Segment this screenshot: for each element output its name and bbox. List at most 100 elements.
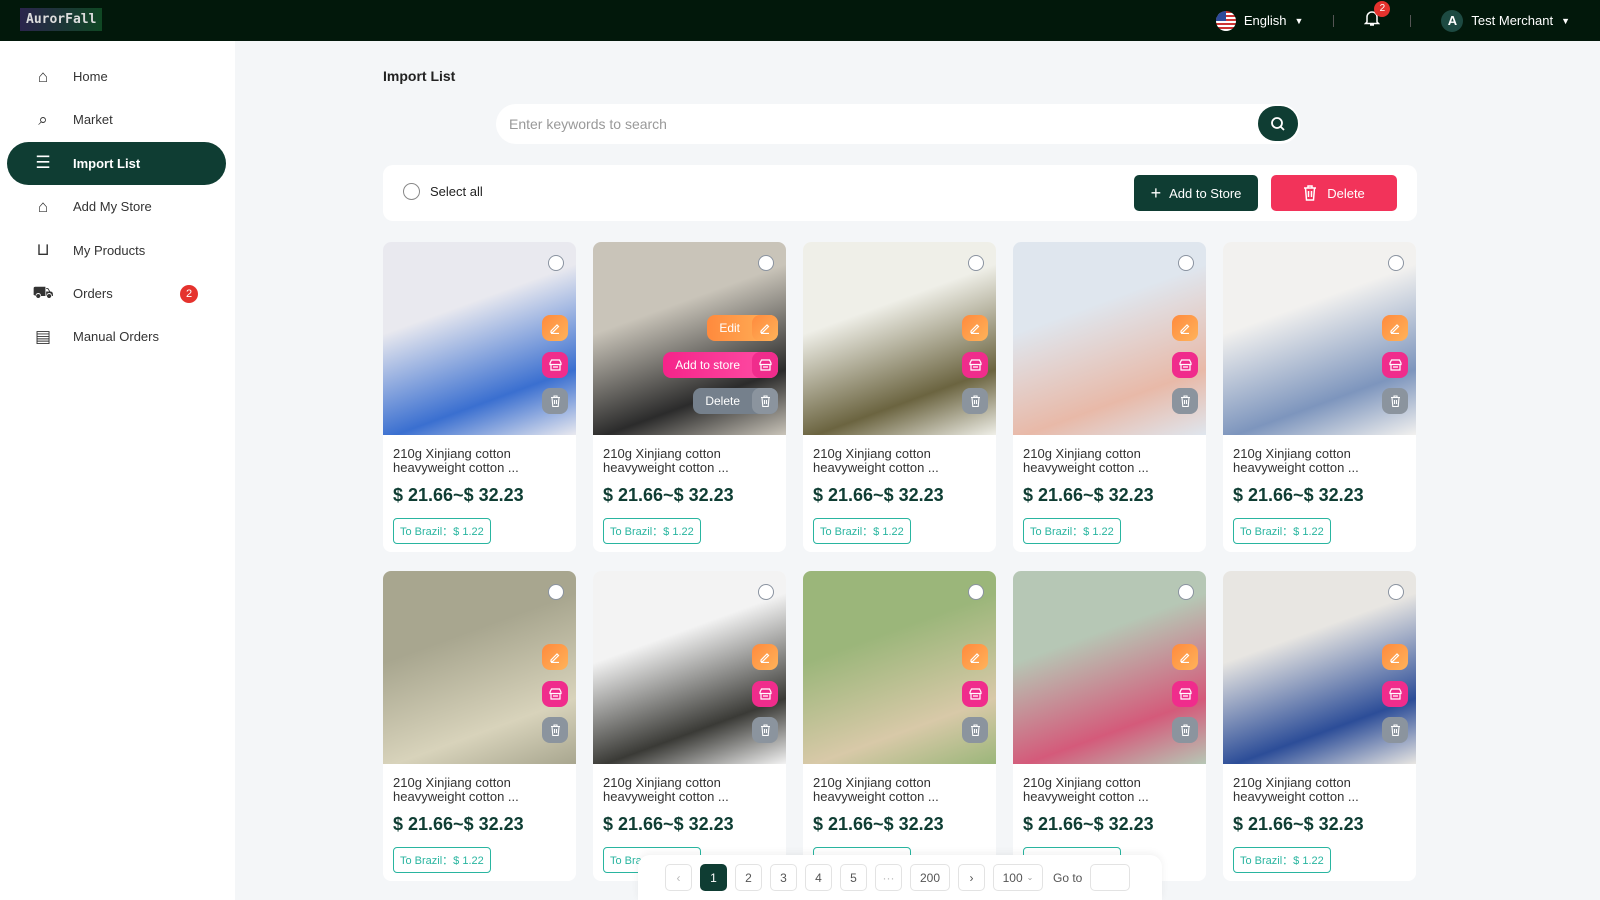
product-checkbox[interactable] (968, 255, 984, 271)
edit-button[interactable] (1172, 315, 1198, 341)
notifications-button[interactable]: 2 (1364, 1, 1391, 32)
product-name[interactable]: 210g Xinjiang cotton heavyweight cotton … (383, 435, 576, 477)
add-to-store-card-button[interactable] (1172, 681, 1198, 707)
language-selector[interactable]: English ▼ (1215, 10, 1303, 31)
product-image[interactable] (383, 242, 576, 435)
delete-card-button[interactable] (542, 717, 568, 743)
divider (1333, 14, 1335, 27)
product-checkbox[interactable] (1178, 255, 1194, 271)
product-card[interactable]: 210g Xinjiang cotton heavyweight cotton … (593, 571, 786, 881)
sidebar-item-market[interactable]: ⌕ Market (7, 98, 226, 141)
add-to-store-card-button[interactable] (1172, 352, 1198, 378)
product-checkbox[interactable] (1388, 584, 1404, 600)
product-card[interactable]: 210g Xinjiang cotton heavyweight cotton … (383, 571, 576, 881)
page-4-button[interactable]: 4 (805, 864, 832, 891)
ellipsis-button[interactable]: ··· (875, 864, 902, 891)
page-size-select[interactable]: 100 ⌄ (993, 864, 1043, 891)
product-image[interactable] (1223, 571, 1416, 764)
add-to-store-button[interactable]: + Add to Store (1134, 175, 1258, 211)
edit-button[interactable] (752, 644, 778, 670)
page-3-button[interactable]: 3 (770, 864, 797, 891)
prev-page-button[interactable]: ‹ (665, 864, 692, 891)
sidebar-item-my-products[interactable]: ⊔ My Products (7, 229, 226, 272)
edit-button[interactable] (962, 315, 988, 341)
product-image[interactable] (803, 242, 996, 435)
goto-page-input[interactable] (1090, 864, 1131, 891)
delete-card-button[interactable] (542, 388, 568, 414)
product-checkbox[interactable] (968, 584, 984, 600)
product-name[interactable]: 210g Xinjiang cotton heavyweight cotton … (593, 764, 786, 806)
product-checkbox[interactable] (1178, 584, 1194, 600)
product-image[interactable] (1013, 571, 1206, 764)
product-name[interactable]: 210g Xinjiang cotton heavyweight cotton … (1223, 435, 1416, 477)
product-card[interactable]: 210g Xinjiang cotton heavyweight cotton … (1013, 571, 1206, 881)
add-to-store-card-button[interactable] (1382, 352, 1408, 378)
delete-card-button[interactable] (1172, 717, 1198, 743)
add-to-store-card-button[interactable] (542, 681, 568, 707)
market-icon: ⌕ (38, 109, 48, 129)
product-image[interactable]: Edit Add to store Delete (593, 242, 786, 435)
product-card[interactable]: 210g Xinjiang cotton heavyweight cotton … (1223, 571, 1416, 881)
delete-card-button[interactable] (1172, 388, 1198, 414)
notification-badge: 2 (1374, 1, 1391, 17)
product-name[interactable]: 210g Xinjiang cotton heavyweight cotton … (1013, 764, 1206, 806)
sidebar-item-manual-orders[interactable]: ▤ Manual Orders (7, 315, 226, 358)
edit-button[interactable] (542, 644, 568, 670)
product-image[interactable] (593, 571, 786, 764)
product-image[interactable] (1223, 242, 1416, 435)
delete-card-button[interactable] (1382, 717, 1408, 743)
delete-card-button[interactable] (962, 717, 988, 743)
add-to-store-card-button[interactable] (962, 681, 988, 707)
product-card[interactable]: 210g Xinjiang cotton heavyweight cotton … (803, 571, 996, 881)
logo[interactable]: AurorFall (20, 8, 103, 31)
delete-button[interactable]: Delete (1271, 175, 1397, 211)
product-image[interactable] (383, 571, 576, 764)
product-name[interactable]: 210g Xinjiang cotton heavyweight cotton … (803, 764, 996, 806)
edit-button[interactable] (1382, 315, 1408, 341)
search-input[interactable] (509, 116, 1300, 132)
product-card[interactable]: 210g Xinjiang cotton heavyweight cotton … (803, 242, 996, 552)
page-2-button[interactable]: 2 (735, 864, 762, 891)
sidebar-item-orders[interactable]: ⛟ Orders 2 (7, 272, 226, 315)
search-button[interactable] (1258, 106, 1298, 141)
product-name[interactable]: 210g Xinjiang cotton heavyweight cotton … (803, 435, 996, 477)
delete-card-button[interactable]: Delete (693, 388, 778, 414)
sidebar-item-add-my-store[interactable]: ⌂ Add My Store (7, 185, 226, 228)
product-checkbox[interactable] (548, 255, 564, 271)
page-5-button[interactable]: 5 (840, 864, 867, 891)
sidebar-item-import-list[interactable]: ☰ Import List (7, 141, 226, 185)
page-last-button[interactable]: 200 (910, 864, 950, 891)
delete-card-button[interactable] (1382, 388, 1408, 414)
edit-button[interactable]: Edit (707, 315, 778, 341)
add-to-store-card-button[interactable]: Add to store (663, 352, 778, 378)
edit-button[interactable] (962, 644, 988, 670)
next-page-button[interactable]: › (958, 864, 985, 891)
product-checkbox[interactable] (548, 584, 564, 600)
product-card[interactable]: 210g Xinjiang cotton heavyweight cotton … (1013, 242, 1206, 552)
edit-button[interactable] (1172, 644, 1198, 670)
delete-card-button[interactable] (962, 388, 988, 414)
add-to-store-card-button[interactable] (752, 681, 778, 707)
select-all-checkbox[interactable]: Select all (403, 183, 483, 200)
sidebar-item-home[interactable]: ⌂ Home (7, 55, 226, 98)
product-name[interactable]: 210g Xinjiang cotton heavyweight cotton … (593, 435, 786, 477)
delete-card-button[interactable] (752, 717, 778, 743)
edit-button[interactable] (542, 315, 568, 341)
product-checkbox[interactable] (758, 584, 774, 600)
product-card[interactable]: 210g Xinjiang cotton heavyweight cotton … (1223, 242, 1416, 552)
product-name[interactable]: 210g Xinjiang cotton heavyweight cotton … (1223, 764, 1416, 806)
add-to-store-card-button[interactable] (1382, 681, 1408, 707)
product-image[interactable] (1013, 242, 1206, 435)
product-image[interactable] (803, 571, 996, 764)
product-card[interactable]: 210g Xinjiang cotton heavyweight cotton … (383, 242, 576, 552)
add-to-store-card-button[interactable] (962, 352, 988, 378)
product-checkbox[interactable] (1388, 255, 1404, 271)
page-1-button[interactable]: 1 (700, 864, 727, 891)
product-name[interactable]: 210g Xinjiang cotton heavyweight cotton … (1013, 435, 1206, 477)
product-name[interactable]: 210g Xinjiang cotton heavyweight cotton … (383, 764, 576, 806)
add-to-store-card-button[interactable] (542, 352, 568, 378)
user-menu[interactable]: A Test Merchant ▼ (1441, 9, 1570, 32)
product-card[interactable]: Edit Add to store Delete 210g Xinjiang c… (593, 242, 786, 552)
product-checkbox[interactable] (758, 255, 774, 271)
edit-button[interactable] (1382, 644, 1408, 670)
